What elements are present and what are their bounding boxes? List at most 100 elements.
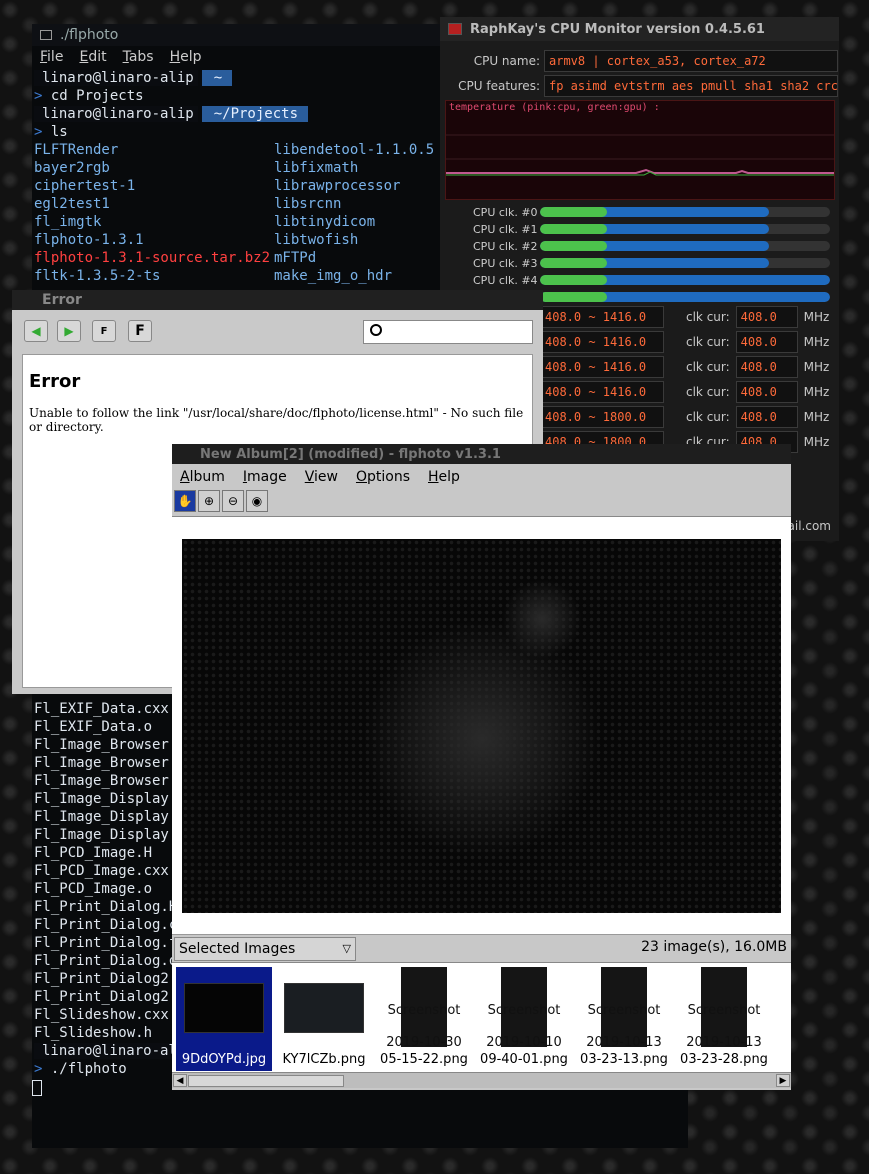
hand-tool-icon[interactable]: ✋ — [174, 490, 196, 512]
thumbnail-item[interactable]: Screenshot 2019-10-30 05-15-22.png — [376, 967, 472, 1071]
thumbnail-item[interactable]: Screenshot 2019-10-13 03-23-28.png — [676, 967, 772, 1071]
menu-help[interactable]: Help — [428, 469, 460, 485]
cpu-load-fill — [540, 207, 607, 217]
ls-entry: librawprocessor — [274, 178, 401, 194]
file-entry: Fl_EXIF_Data.o — [34, 719, 153, 735]
thumbnail-date-text: 2019-10-13 — [586, 1035, 662, 1050]
command-line: > ./flphoto — [34, 1061, 127, 1077]
ls-entry: egl2test1 — [34, 196, 110, 212]
frequency-range-field[interactable]: 408.0 ~ 1416.0 — [540, 381, 664, 403]
file-entry: Fl_PCD_Image.H — [34, 845, 153, 861]
zoom-out-icon[interactable]: ⊖ — [222, 490, 244, 512]
command-line: > cd Projects — [34, 88, 144, 104]
flphoto-title: New Album[2] (modified) - flphoto v1.3.1 — [200, 446, 501, 462]
thumbnail-item[interactable]: KY7lCZb.png — [276, 967, 372, 1071]
cpu-monitor-titlebar[interactable]: RaphKay's CPU Monitor version 0.4.5.61 — [440, 17, 839, 41]
frequency-unit: MHz — [803, 385, 830, 399]
help-search-input[interactable] — [363, 320, 533, 344]
temperature-plot — [446, 134, 834, 176]
cpu-clock-label: CPU clk. #0 : — [473, 206, 545, 219]
cpu-load-fill — [540, 224, 607, 234]
ls-entry: ciphertest-1 — [34, 178, 136, 194]
cpu-load-fill — [540, 258, 607, 268]
clock-current-field[interactable]: 408.0 — [735, 331, 798, 353]
ls-entry: libfixmath — [274, 160, 359, 176]
prompt-line: linaro@linaro-al — [34, 1042, 181, 1060]
flphoto-window[interactable]: New Album[2] (modified) - flphoto v1.3.1… — [172, 444, 791, 1090]
frequency-row: 408.0 ~ 1416.0 clk cur: 408.0 MHz — [540, 306, 829, 328]
flphoto-titlebar[interactable]: New Album[2] (modified) - flphoto v1.3.1 — [172, 444, 791, 464]
file-entry: Fl_EXIF_Data.cxx — [34, 701, 169, 717]
terminal-menu-help[interactable]: Help — [170, 49, 202, 65]
command-line: > ls — [34, 124, 68, 140]
horizontal-scrollbar[interactable]: ◀ ▶ — [172, 1072, 791, 1088]
frequency-range-field[interactable]: 408.0 ~ 1416.0 — [540, 331, 664, 353]
ls-entry: FLFTRender — [34, 142, 119, 158]
terminal-title: ./flphoto — [60, 27, 119, 43]
file-entry: Fl_Image_Display.h — [34, 791, 186, 807]
error-heading: Error — [29, 371, 81, 392]
clock-current-field[interactable]: 408.0 — [735, 356, 798, 378]
menu-view[interactable]: View — [305, 469, 338, 485]
thumbnail-item[interactable]: S 03 — [776, 967, 791, 1071]
ls-entry: libtwofish — [274, 232, 359, 248]
image-selector-dropdown[interactable]: Selected Images ▽ — [174, 937, 356, 961]
temperature-graph: temperature (pink:cpu, green:gpu) : — [445, 100, 835, 200]
thumbnail-item[interactable]: 9DdOYPd.jpg — [176, 967, 272, 1071]
ls-entry: make_img_o_hdr — [274, 268, 393, 284]
file-entry: Fl_Print_Dialog2.o — [34, 989, 186, 1005]
error-titlebar[interactable]: Error — [12, 290, 543, 310]
file-entry: Fl_Print_Dialog.f — [34, 935, 178, 951]
frequency-unit: MHz — [803, 410, 830, 424]
frequency-range-field[interactable]: 408.0 ~ 1416.0 — [540, 356, 664, 378]
scroll-right-icon[interactable]: ▶ — [776, 1074, 790, 1087]
red-eye-icon[interactable]: ◉ — [246, 490, 268, 512]
cpu-clock-bar — [540, 241, 830, 251]
frequency-range-field[interactable]: 408.0 ~ 1416.0 — [540, 306, 664, 328]
clock-current-label: clk cur: — [686, 385, 730, 399]
zoom-in-icon[interactable]: ⊕ — [198, 490, 220, 512]
menu-image[interactable]: Image — [243, 469, 287, 485]
menu-options[interactable]: Options — [356, 469, 410, 485]
file-entry: Fl_Image_Display.c — [34, 809, 186, 825]
image-selector-value: Selected Images — [179, 941, 296, 957]
frequency-range-field[interactable]: 408.0 ~ 1800.0 — [540, 406, 664, 428]
frequency-row: 408.0 ~ 1416.0 clk cur: 408.0 MHz — [540, 331, 829, 353]
clock-current-field[interactable]: 408.0 — [735, 406, 798, 428]
scrollbar-thumb[interactable] — [188, 1075, 344, 1087]
menu-album[interactable]: Album — [180, 469, 225, 485]
thumbnail-item[interactable]: Screenshot 2019-10-10 09-40-01.png — [476, 967, 572, 1071]
cpu-features-field[interactable]: fp asimd evtstrm aes pmull sha1 sha2 crc… — [544, 75, 838, 97]
file-entry: Fl_Slideshow.cxx — [34, 1007, 169, 1023]
frequency-unit: MHz — [803, 435, 830, 449]
image-canvas[interactable] — [172, 516, 791, 934]
thumbnail-item[interactable]: Screenshot 2019-10-13 03-23-13.png — [576, 967, 672, 1071]
thumbnail-date-text: 2019-10-13 — [686, 1035, 762, 1050]
cpu-clock-bar — [540, 292, 830, 302]
search-icon — [370, 324, 382, 336]
thumbnail-date-text: 2019-10-30 — [386, 1035, 462, 1050]
terminal-menu-edit[interactable]: Edit — [79, 49, 106, 65]
ls-entry: bayer2rgb — [34, 160, 110, 176]
clock-current-field[interactable]: 408.0 — [735, 306, 798, 328]
font-smaller-button[interactable]: F — [92, 320, 116, 342]
forward-button[interactable]: ▶ — [57, 320, 81, 342]
prompt-line: linaro@linaro-alip ~ — [34, 69, 233, 87]
thumbnail-browser[interactable]: 9DdOYPd.jpg KY7lCZb.png Screenshot 2019-10-… — [172, 962, 791, 1072]
cpu-clock-label: CPU clk. #1 : — [473, 223, 545, 236]
clock-current-field[interactable]: 408.0 — [735, 381, 798, 403]
cpu-name-field[interactable]: armv8 | cortex_a53, cortex_a72 — [544, 50, 838, 72]
cpu-clock-bar — [540, 224, 830, 234]
back-button[interactable]: ◀ — [24, 320, 48, 342]
thumbnail-image — [284, 983, 364, 1033]
terminal-menu-file[interactable]: File — [40, 49, 63, 65]
terminal-cursor — [32, 1080, 42, 1096]
file-entry: Fl_Image_Browser.h — [34, 737, 186, 753]
cpu-features-label: CPU features: — [458, 79, 540, 93]
cpu-load-fill — [540, 241, 607, 251]
font-larger-button[interactable]: F — [128, 320, 152, 342]
scroll-left-icon[interactable]: ◀ — [173, 1074, 187, 1087]
terminal-menu-tabs[interactable]: Tabs — [123, 49, 154, 65]
ls-entry: fltk-1.3.5-2-ts — [34, 268, 161, 284]
thumbnail-caption: 09-40-01.png — [480, 1052, 568, 1067]
